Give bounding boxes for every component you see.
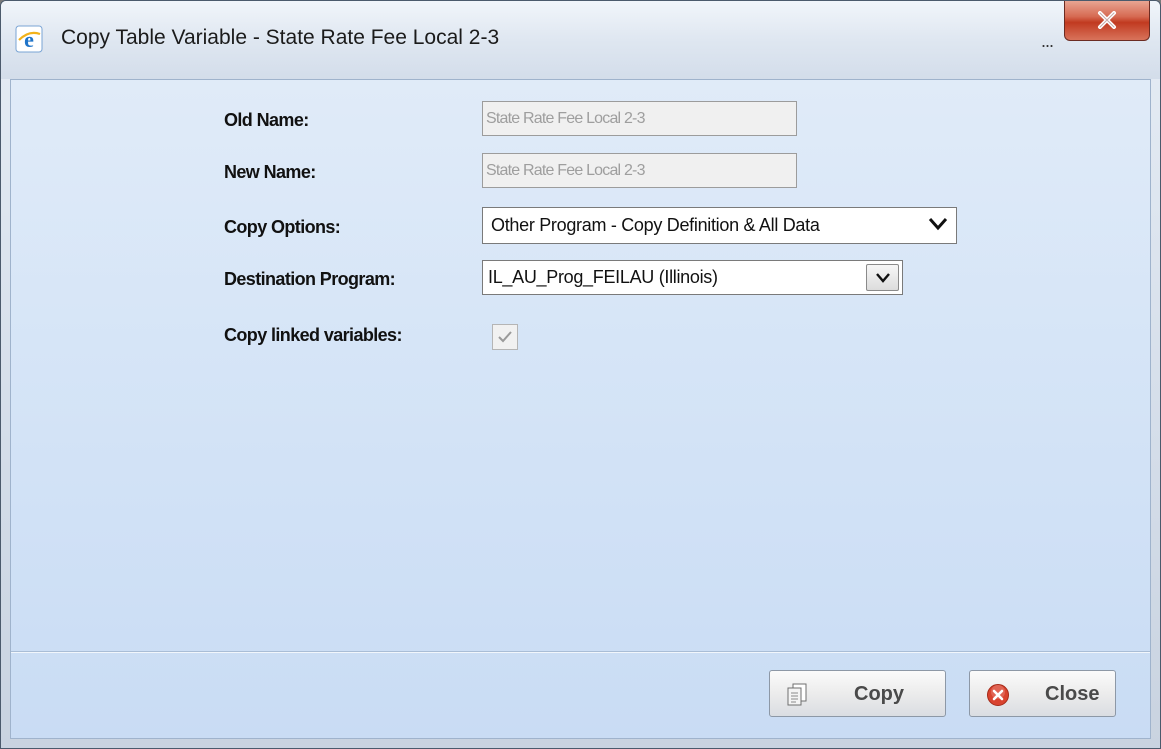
dialog-body: Old Name: New Name: Copy Options: Other … xyxy=(10,79,1151,739)
copy-linked-variables-label: Copy linked variables: xyxy=(224,325,402,345)
destination-program-label: Destination Program: xyxy=(224,269,396,289)
destination-program-value: IL_AU_Prog_FEILAU (Illinois) xyxy=(488,267,718,287)
old-name-label: Old Name: xyxy=(224,110,309,130)
copy-button[interactable]: Copy xyxy=(769,670,946,717)
new-name-label: New Name: xyxy=(224,162,316,182)
checkmark-icon xyxy=(498,331,512,343)
footer-divider xyxy=(11,651,1150,653)
dropdown-button[interactable] xyxy=(866,264,899,291)
close-button-label: Close xyxy=(1045,683,1100,705)
copy-options-label: Copy Options: xyxy=(224,217,341,237)
window-title: Copy Table Variable - State Rate Fee Loc… xyxy=(61,26,500,49)
copy-linked-variables-checkbox[interactable] xyxy=(492,324,518,350)
dialog-window: e Copy Table Variable - State Rate Fee L… xyxy=(0,0,1161,749)
copy-options-select[interactable]: Other Program - Copy Definition & All Da… xyxy=(482,207,957,244)
copy-button-label: Copy xyxy=(854,683,904,705)
title-ellipsis: ... xyxy=(1041,31,1054,51)
copy-options-value: Other Program - Copy Definition & All Da… xyxy=(491,215,820,235)
close-x-icon xyxy=(1098,11,1116,29)
destination-program-select[interactable]: IL_AU_Prog_FEILAU (Illinois) xyxy=(482,260,903,295)
copy-pages-icon xyxy=(786,683,808,713)
window-close-button[interactable] xyxy=(1064,1,1150,41)
old-name-field[interactable] xyxy=(482,101,797,136)
chevron-down-icon xyxy=(876,273,890,283)
chevron-down-icon xyxy=(928,218,948,231)
svg-text:e: e xyxy=(24,27,34,52)
title-bar[interactable]: e Copy Table Variable - State Rate Fee L… xyxy=(1,1,1160,79)
new-name-field[interactable] xyxy=(482,153,797,188)
close-button[interactable]: Close xyxy=(969,670,1116,717)
close-circle-icon xyxy=(986,683,1010,713)
internet-explorer-icon: e xyxy=(15,25,43,53)
